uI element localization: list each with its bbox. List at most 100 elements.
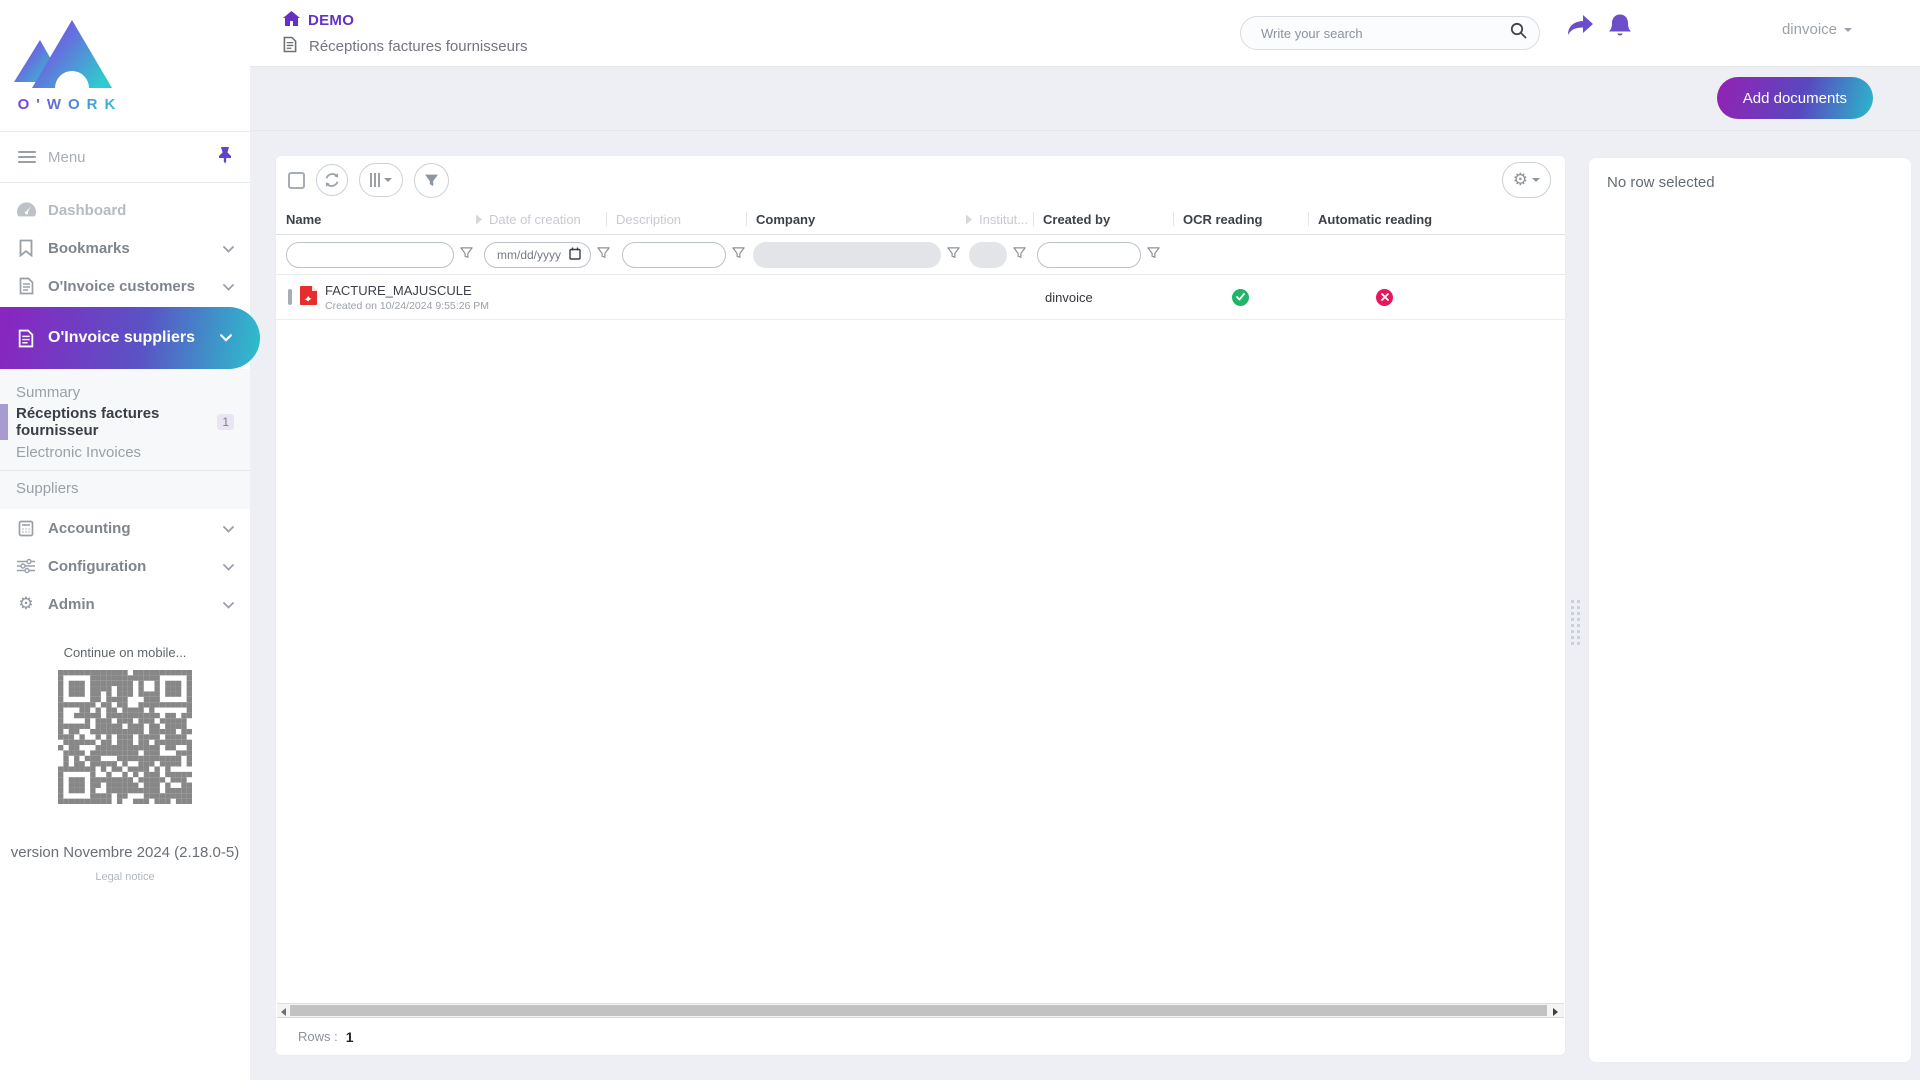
mobile-hint: Continue on mobile...: [0, 645, 250, 660]
topbar: DEMO Réceptions factures fournisseurs di…: [250, 0, 1920, 67]
pin-icon[interactable]: [218, 146, 232, 169]
user-menu[interactable]: dinvoice: [1782, 21, 1852, 38]
filter-institution-input-disabled: [969, 242, 1007, 268]
sidebar-item-label: Admin: [48, 596, 95, 613]
invoice-icon: [16, 277, 36, 295]
table-toolbar: ⚙: [276, 156, 1565, 204]
scrollbar-thumb[interactable]: [290, 1005, 1547, 1016]
document-created-date: Created on 10/24/2024 9:55:26 PM: [325, 300, 489, 312]
search-icon[interactable]: [1510, 22, 1527, 44]
sidebar-item-label: Configuration: [48, 558, 146, 575]
columns-icon: [370, 173, 380, 187]
add-documents-button[interactable]: Add documents: [1717, 77, 1873, 119]
search-input[interactable]: [1261, 26, 1510, 41]
legal-notice-link[interactable]: Legal notice: [0, 871, 250, 883]
column-header-institution[interactable]: Institut...: [961, 204, 1033, 234]
action-bar: Add documents: [250, 67, 1920, 131]
sidebar-item-label: Bookmarks: [48, 240, 130, 257]
gear-icon: ⚙: [16, 596, 36, 613]
bell-icon[interactable]: [1608, 13, 1632, 45]
column-header-created-by[interactable]: Created by: [1033, 204, 1173, 234]
calendar-icon[interactable]: [569, 247, 581, 263]
table-row[interactable]: FACTURE_MAJUSCULE Created on 10/24/2024 …: [276, 275, 1565, 320]
sidebar-item-configuration[interactable]: Configuration: [0, 547, 250, 585]
breadcrumb: Réceptions factures fournisseurs: [283, 36, 527, 57]
columns-button[interactable]: [359, 163, 403, 197]
empty-selection-text: No row selected: [1607, 174, 1715, 191]
rows-label: Rows :: [298, 1029, 338, 1044]
column-header-date[interactable]: Date of creation: [471, 204, 606, 234]
chevron-down-icon: [384, 178, 392, 182]
table-header-row: Name Date of creation Description Compan…: [276, 204, 1565, 235]
chevron-down-icon: [223, 278, 234, 295]
sidebar-item-oinvoice-customers[interactable]: O'Invoice customers: [0, 267, 250, 305]
dashboard-icon: [16, 202, 36, 218]
share-icon[interactable]: [1566, 15, 1594, 44]
horizontal-scrollbar[interactable]: [277, 1003, 1564, 1018]
refresh-button[interactable]: [316, 164, 348, 196]
filter-description-input[interactable]: [622, 242, 726, 268]
bookmark-icon: [16, 239, 36, 257]
table-footer: Rows : 1: [276, 1018, 1565, 1055]
filter-company-input-disabled: [753, 242, 941, 268]
chevron-down-icon: [223, 558, 234, 575]
submenu-item-receptions[interactable]: Réceptions factures fournisseur 1: [0, 407, 250, 437]
funnel-icon[interactable]: [947, 246, 960, 264]
sidebar-item-label: O'Invoice customers: [48, 278, 195, 295]
funnel-icon[interactable]: [1147, 246, 1160, 264]
row-checkbox[interactable]: [288, 289, 292, 305]
panel-resize-handle[interactable]: [1571, 600, 1580, 645]
document-icon: [283, 36, 297, 57]
logo: O'WORK: [0, 0, 140, 131]
home-icon: [283, 11, 300, 30]
sidebar-item-accounting[interactable]: Accounting: [0, 509, 250, 547]
version-text: version Novembre 2024 (2.18.0-5): [0, 844, 250, 861]
column-header-automatic-reading[interactable]: Automatic reading: [1308, 204, 1461, 234]
filter-name-input[interactable]: [286, 242, 454, 268]
gear-icon: ⚙: [1513, 172, 1528, 189]
logo-text: O'WORK: [18, 96, 123, 113]
sidebar-item-bookmarks[interactable]: Bookmarks: [0, 229, 250, 267]
filter-date-input[interactable]: mm/dd/yyyy: [484, 242, 591, 268]
document-name[interactable]: FACTURE_MAJUSCULE: [325, 283, 489, 298]
detail-panel: No row selected: [1588, 157, 1912, 1063]
sidebar-item-oinvoice-suppliers[interactable]: O'Invoice suppliers: [0, 307, 260, 369]
hamburger-icon[interactable]: [18, 151, 36, 163]
username: dinvoice: [1782, 21, 1837, 38]
submenu-item-suppliers[interactable]: Suppliers: [0, 470, 250, 503]
ocr-success-icon: [1232, 289, 1249, 306]
menu-label: Menu: [48, 149, 218, 166]
column-header-company[interactable]: Company: [746, 204, 961, 234]
sidebar-item-label: Dashboard: [48, 202, 126, 219]
funnel-icon[interactable]: [732, 246, 745, 264]
chevron-down-icon: [1844, 28, 1852, 32]
documents-table-card: ⚙ Name Date of creation Description Comp…: [275, 155, 1566, 1056]
submenu-item-electronic-invoices[interactable]: Electronic Invoices: [0, 437, 250, 467]
column-header-ocr-reading[interactable]: OCR reading: [1173, 204, 1308, 234]
filter-button[interactable]: [414, 163, 449, 198]
scroll-left-arrow[interactable]: [281, 1008, 286, 1016]
sidebar-menu-header: Menu: [0, 131, 250, 183]
chevron-down-icon: [1532, 178, 1540, 182]
table-settings-button[interactable]: ⚙: [1502, 162, 1551, 198]
filter-created-by-input[interactable]: [1037, 242, 1141, 268]
submenu-item-summary[interactable]: Summary: [0, 377, 250, 407]
funnel-icon[interactable]: [1013, 246, 1026, 264]
column-header-description[interactable]: Description: [606, 204, 746, 234]
chevron-down-icon: [223, 596, 234, 613]
funnel-icon: [424, 173, 439, 188]
rows-count: 1: [346, 1029, 354, 1045]
mobile-section: Continue on mobile... version Novembre 2…: [0, 645, 250, 883]
chevron-down-icon: [220, 329, 232, 347]
sidebar-item-admin[interactable]: ⚙ Admin: [0, 585, 250, 623]
chevron-down-icon: [223, 520, 234, 537]
app-title: DEMO: [283, 11, 354, 30]
column-header-name[interactable]: Name: [276, 204, 471, 234]
select-all-checkbox[interactable]: [288, 172, 305, 189]
chevron-down-icon: [223, 240, 234, 257]
calculator-icon: [16, 520, 36, 537]
scroll-right-arrow[interactable]: [1553, 1008, 1558, 1016]
count-badge: 1: [217, 414, 234, 430]
sidebar-item-dashboard[interactable]: Dashboard: [0, 191, 250, 229]
expand-arrow-icon: [475, 214, 483, 225]
